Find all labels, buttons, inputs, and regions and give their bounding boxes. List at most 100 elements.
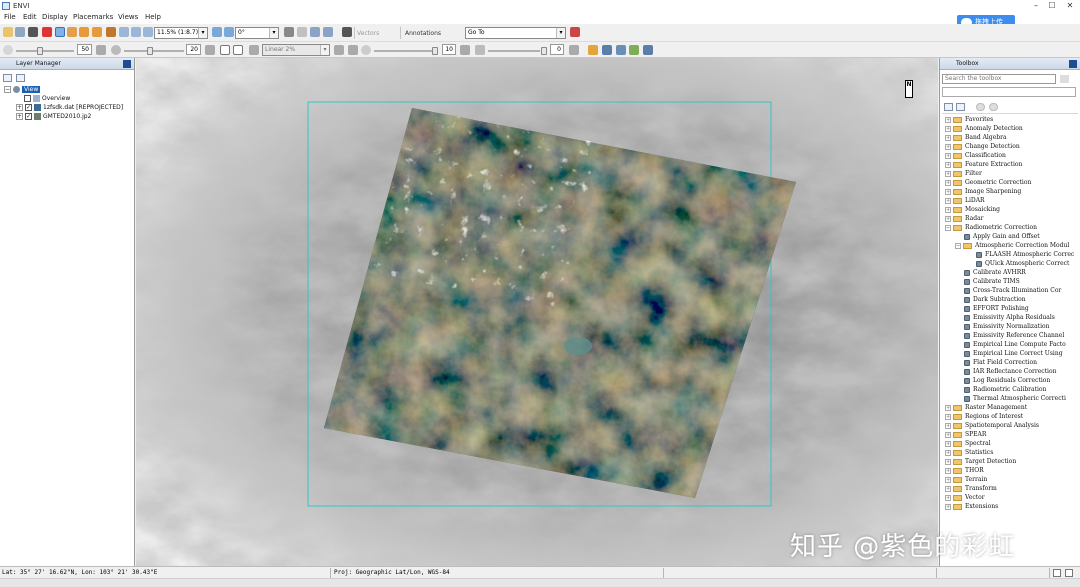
close-button[interactable]: ✕ bbox=[1056, 0, 1080, 12]
refresh-icon[interactable] bbox=[1060, 75, 1069, 83]
toolbox-tool[interactable]: Apply Gain and Offset bbox=[964, 232, 1040, 241]
toolbox-search-input[interactable]: Search the toolbox bbox=[942, 74, 1056, 84]
open-file-icon[interactable] bbox=[3, 27, 13, 37]
toolbox-folder[interactable]: + SPEAR bbox=[945, 430, 986, 439]
toolbox-folder[interactable]: + Classification bbox=[945, 151, 1006, 160]
expand-icon[interactable]: + bbox=[945, 206, 951, 213]
sharpen-slider-handle[interactable] bbox=[432, 47, 438, 55]
toolbox-path-field[interactable] bbox=[942, 87, 1076, 97]
chip-to-file-icon[interactable] bbox=[323, 27, 333, 37]
toolbox-folder[interactable]: + LiDAR bbox=[945, 196, 985, 205]
toolbox-tool[interactable]: Empirical Line Compute Facto bbox=[964, 340, 1066, 349]
menu-file[interactable]: File bbox=[4, 13, 16, 21]
toolbox-tool[interactable]: Radiometric Calibration bbox=[964, 385, 1046, 394]
toolbox-folder[interactable]: + Target Detection bbox=[945, 457, 1016, 466]
reset-brightness-icon[interactable] bbox=[96, 45, 106, 55]
reset-contrast-icon[interactable] bbox=[205, 45, 215, 55]
expand-icon[interactable]: + bbox=[945, 197, 951, 204]
contrast-slider-handle[interactable] bbox=[147, 47, 153, 55]
expand-icon[interactable]: + bbox=[945, 413, 951, 420]
rotate-view-icon[interactable] bbox=[212, 27, 222, 37]
toolbox-tool[interactable]: Emissivity Alpha Residuals bbox=[964, 313, 1055, 322]
toolbox-tool[interactable]: Dark Subtraction bbox=[964, 295, 1026, 304]
chart-icon[interactable] bbox=[588, 45, 598, 55]
toolbox-folder[interactable]: + Raster Management bbox=[945, 403, 1027, 412]
toolbox-tool[interactable]: Emissivity Reference Channel bbox=[964, 331, 1064, 340]
tree-view-root[interactable]: − View bbox=[4, 85, 41, 94]
placemark-icon[interactable] bbox=[42, 27, 52, 37]
zoom-in-icon[interactable] bbox=[119, 27, 129, 37]
toolbox-tool[interactable]: Flat Field Correction bbox=[964, 358, 1037, 367]
stretch-type-icon[interactable] bbox=[220, 45, 230, 55]
menu-help[interactable]: Help bbox=[145, 13, 161, 21]
expand-icon[interactable]: + bbox=[945, 440, 951, 447]
zoom-select[interactable]: 11.5% (1:8.7) ▾ bbox=[154, 27, 208, 39]
grid-icon[interactable] bbox=[616, 45, 626, 55]
toolbox-folder[interactable]: + Filter bbox=[945, 169, 982, 178]
data-manager-icon[interactable] bbox=[15, 27, 25, 37]
transparency-value[interactable]: 0 bbox=[550, 44, 564, 55]
fly-icon[interactable] bbox=[79, 27, 89, 37]
contrast-slider[interactable] bbox=[124, 50, 184, 52]
toolbox-folder[interactable]: + Radar bbox=[945, 214, 984, 223]
toolbox-folder[interactable]: + Band Algebra bbox=[945, 133, 1007, 142]
tree-item-layer-1[interactable]: + ✓ 1zfsdk.dat [REPROJECTED] bbox=[16, 103, 123, 112]
swipe-icon[interactable] bbox=[629, 45, 639, 55]
toolbox-folder[interactable]: + Transform bbox=[945, 484, 997, 493]
expand-icon[interactable]: + bbox=[945, 467, 951, 474]
expand-icon[interactable]: + bbox=[945, 449, 951, 456]
keyboard-icon[interactable] bbox=[342, 27, 352, 37]
expand-icon[interactable]: + bbox=[945, 503, 951, 510]
layer-2-checkbox[interactable]: ✓ bbox=[25, 113, 32, 120]
stretch-select[interactable]: Linear 2% ▾ bbox=[262, 44, 330, 56]
pin-icon[interactable] bbox=[1069, 60, 1077, 68]
favorite-add-icon[interactable] bbox=[976, 103, 985, 111]
toolbox-tool[interactable]: Log Residuals Correction bbox=[964, 376, 1050, 385]
toolbox-tool[interactable]: Calibrate AVHRR bbox=[964, 268, 1026, 277]
flicker-icon[interactable] bbox=[643, 45, 653, 55]
layer-icon[interactable] bbox=[602, 45, 612, 55]
brightness-slider[interactable] bbox=[16, 50, 74, 52]
reset-transparency-icon[interactable] bbox=[569, 45, 579, 55]
expand-icon[interactable]: + bbox=[945, 431, 951, 438]
menu-views[interactable]: Views bbox=[118, 13, 138, 21]
menu-edit[interactable]: Edit bbox=[23, 13, 37, 21]
expand-icon[interactable]: + bbox=[945, 404, 951, 411]
toolbox-tool[interactable]: Thermal Atmospheric Correcti bbox=[964, 394, 1066, 403]
expand-icon[interactable]: + bbox=[16, 113, 23, 120]
toolbox-folder[interactable]: + Image Sharpening bbox=[945, 187, 1021, 196]
toolbox-tool[interactable]: FLAASH Atmospheric Correc bbox=[976, 250, 1074, 259]
image-view[interactable] bbox=[136, 58, 938, 566]
reset-sharpen-icon[interactable] bbox=[460, 45, 470, 55]
expand-icon[interactable]: + bbox=[945, 494, 951, 501]
expand-all-icon[interactable] bbox=[3, 74, 12, 82]
collapse-icon[interactable]: − bbox=[955, 242, 961, 249]
brightness-slider-handle[interactable] bbox=[37, 47, 43, 55]
portal-icon[interactable] bbox=[310, 27, 320, 37]
toolbox-tool[interactable]: EFFORT Polishing bbox=[964, 304, 1029, 313]
fixed-zoom-icon[interactable] bbox=[143, 27, 153, 37]
status-toggle-icon[interactable] bbox=[1065, 569, 1073, 577]
toolbox-folder[interactable]: + Change Detection bbox=[945, 142, 1020, 151]
annotations-menu[interactable]: Annotations bbox=[405, 30, 441, 37]
overview-checkbox[interactable] bbox=[24, 95, 31, 102]
goto-icon[interactable] bbox=[570, 27, 580, 37]
expand-icon[interactable]: + bbox=[945, 485, 951, 492]
histogram-icon[interactable] bbox=[233, 45, 243, 55]
collapse-all-icon[interactable] bbox=[956, 103, 965, 111]
expand-icon[interactable]: + bbox=[945, 215, 951, 222]
contrast-value[interactable]: 20 bbox=[186, 44, 201, 55]
collapse-icon[interactable]: − bbox=[4, 86, 11, 93]
toolbox-folder-atmospheric[interactable]: − Atmospheric Correction Modul bbox=[955, 241, 1069, 250]
menu-placemarks[interactable]: Placemarks bbox=[73, 13, 113, 21]
expand-icon[interactable]: + bbox=[945, 143, 951, 150]
toolbox-folder[interactable]: + Favorites bbox=[945, 115, 993, 124]
toolbox-tool[interactable]: Cross-Track Illumination Cor bbox=[964, 286, 1061, 295]
toolbox-folder[interactable]: + Extensions bbox=[945, 502, 998, 511]
refresh-icon[interactable] bbox=[334, 45, 344, 55]
pin-icon[interactable] bbox=[123, 60, 131, 68]
toolbox-folder[interactable]: + Geometric Correction bbox=[945, 178, 1031, 187]
layer-1-checkbox[interactable]: ✓ bbox=[25, 104, 32, 111]
select-icon[interactable] bbox=[55, 27, 65, 37]
pointer-icon[interactable] bbox=[106, 27, 116, 37]
